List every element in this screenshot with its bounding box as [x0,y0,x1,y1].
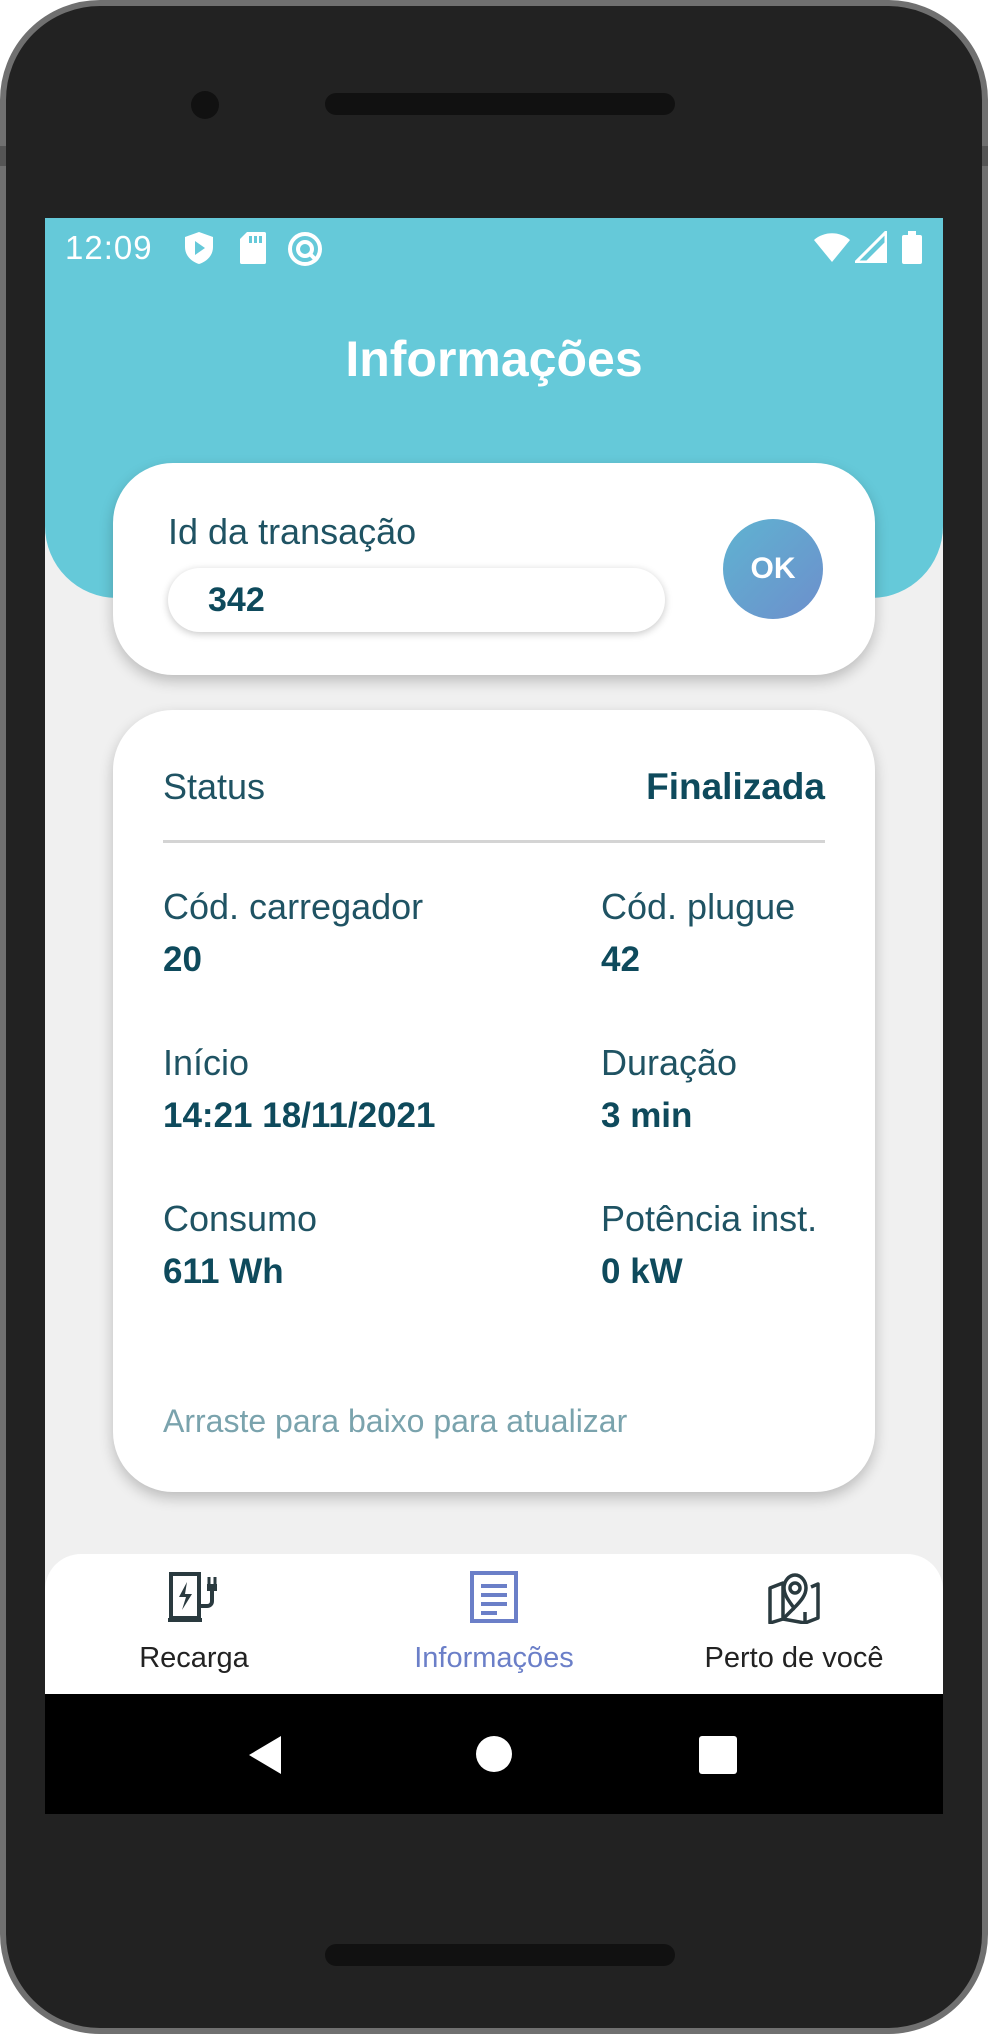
start-value: 14:21 18/11/2021 [163,1096,436,1135]
pull-to-refresh-hint: Arraste para baixo para atualizar [163,1403,628,1439]
front-camera [191,91,219,119]
nav-item-recarga[interactable]: Recarga [45,1554,344,1694]
duration-label: Duração [601,1042,738,1083]
power-label: Potência inst. [601,1198,818,1239]
page-title: Informações [345,331,643,387]
bottom-navigation: Recarga Informações Perto de você [45,1554,943,1694]
transaction-id-input[interactable]: 342 [168,568,665,632]
power-value: 0 kW [601,1252,683,1291]
plug-code-label: Cód. plugue [601,886,796,927]
back-icon[interactable] [245,1734,285,1776]
nav-item-perto-de-voce[interactable]: Perto de você [644,1554,943,1694]
nav-label-perto-de-voce: Perto de você [704,1642,884,1674]
duration-value: 3 min [601,1096,693,1135]
start-label: Início [163,1042,250,1083]
plug-code-value: 42 [601,940,640,979]
play-protect-icon [185,232,213,264]
system-navigation-bar [45,1694,943,1814]
consumption-value: 611 Wh [163,1252,284,1291]
app-screen: 12:09 Informações Id da transação 342 OK… [45,218,943,1814]
nav-item-informacoes[interactable]: Informações [344,1554,644,1694]
status-time: 12:09 [65,229,153,266]
side-notch-left [0,146,6,166]
side-notch-right [982,146,988,166]
map-pin-icon [768,1573,820,1624]
transaction-card: Id da transação 342 OK [113,463,875,675]
wifi-icon [814,233,850,262]
transaction-info-card: Status Finalizada Cód. carregador 20 Cód… [113,710,875,1611]
document-icon [470,1571,518,1623]
ok-button[interactable]: OK [723,519,823,619]
status-label: Status [163,766,266,807]
charger-code-value: 20 [163,940,202,979]
status-value: Finalizada [646,766,825,807]
bottom-speaker [325,1944,675,1966]
status-bar: 12:09 [45,218,943,278]
consumption-label: Consumo [163,1198,318,1239]
sd-card-icon [240,232,266,264]
transaction-id-label: Id da transação [168,511,417,552]
divider [163,840,825,843]
charger-code-label: Cód. carregador [163,886,424,927]
home-icon[interactable] [475,1735,513,1773]
nav-label-recarga: Recarga [139,1642,249,1674]
nav-label-informacoes: Informações [414,1642,574,1674]
battery-icon [902,231,922,264]
earpiece-speaker [325,93,675,115]
sync-icon [288,232,322,266]
ev-charger-icon [168,1572,217,1622]
recents-icon[interactable] [699,1736,737,1774]
signal-icon [855,231,887,263]
